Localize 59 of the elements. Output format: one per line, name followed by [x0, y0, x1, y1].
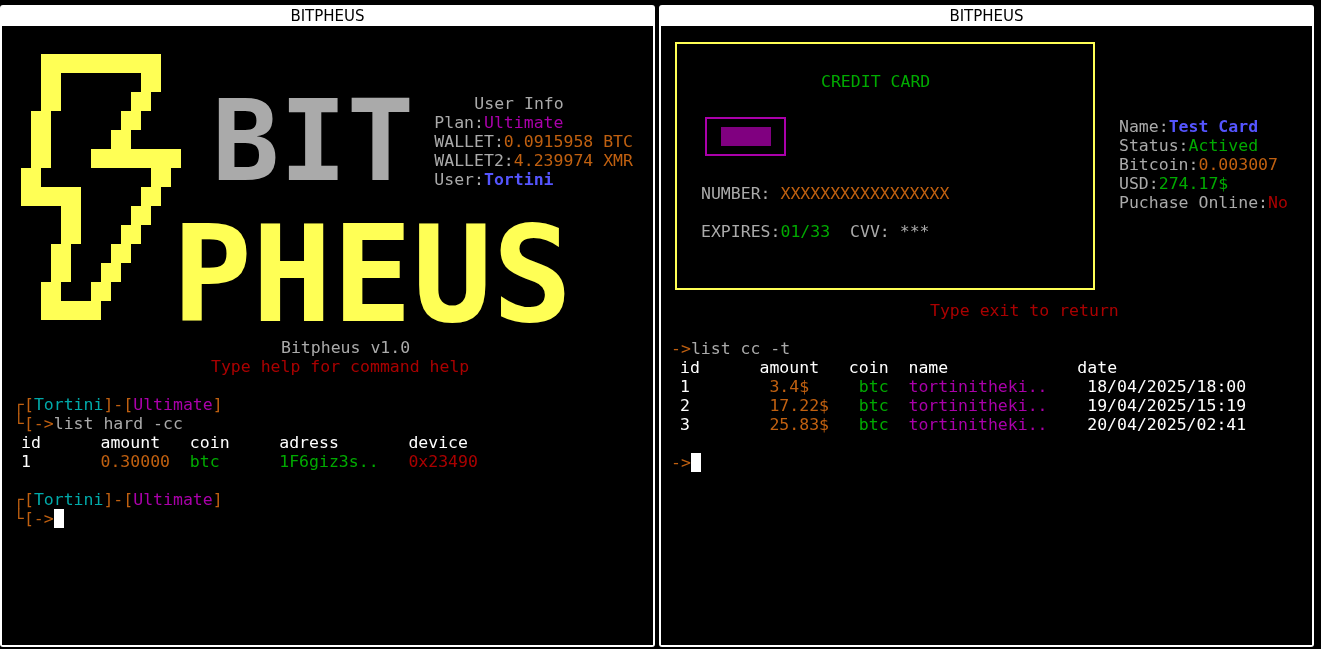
prompt-arrow: -> [671, 339, 691, 358]
info-line: Bitcoin:0.003007 [1119, 155, 1279, 174]
table-cell-text: 0x23490 [408, 452, 479, 471]
table-cell-text: tortinitheki.. [908, 396, 1049, 415]
info-line: USD:274.17$ [1119, 174, 1230, 193]
table-cell-text: btc [189, 452, 221, 471]
card-heading: CREDIT CARD [821, 72, 931, 91]
help-hint: Type help for command help [211, 357, 470, 376]
prompt-line: ┌[Tortini]-[Ultimate] [13, 490, 224, 509]
column-header: device [408, 433, 469, 452]
table-cell-text: tortinitheki.. [908, 377, 1049, 396]
info-line: Name:Test Card [1119, 117, 1260, 136]
info-line: Puchase Online:No [1119, 193, 1288, 212]
table-cell-text: 1 [21, 452, 32, 471]
lightning-bolt-icon [21, 54, 181, 320]
table-cell-text: 17.22$ [768, 396, 830, 415]
table-cell-text: 1 [680, 377, 691, 396]
table-cell-text: 19/04/2025/15:19 [1086, 396, 1248, 415]
card-number: NUMBER: XXXXXXXXXXXXXXXXX [701, 184, 951, 203]
info-line: WALLET:0.0915958 BTC [434, 132, 633, 151]
table-cell-text: btc [857, 396, 890, 415]
exit-hint: Type exit to return [930, 301, 1119, 320]
column-header: coin [848, 358, 890, 377]
column-header: name [908, 358, 950, 377]
version-text: Bitpheus v1.0 [281, 338, 411, 357]
column-header: adress [279, 433, 340, 452]
prompt-line: ┌[Tortini]-[Ultimate] [13, 395, 224, 414]
info-line: WALLET2:4.239974 XMR [434, 151, 633, 170]
column-header: amount [100, 433, 162, 452]
card-chip-icon [705, 117, 786, 156]
command-text: list hard -cc [53, 414, 183, 433]
column-header: date [1077, 358, 1119, 377]
info-line: User:Tortini [434, 170, 555, 189]
info-line: Status:Actived [1119, 136, 1260, 155]
table-cell-text: 18/04/2025/18:00 [1086, 377, 1248, 396]
card-expiry: EXPIRES:01/33 CVV: *** [701, 222, 931, 241]
column-header: id [21, 433, 42, 452]
table-cell-text: 25.83$ [768, 415, 830, 434]
prompt-arrow: └[-> [14, 509, 54, 528]
info-heading: User Info [473, 94, 565, 113]
table-cell-text: tortinitheki.. [908, 415, 1049, 434]
command-text: list cc -t [690, 339, 791, 358]
prompt-arrow: └[-> [14, 414, 54, 433]
table-cell-text: 20/04/2025/02:41 [1086, 415, 1248, 434]
table-cell-text: 3.4$ [768, 377, 811, 396]
window-title: BITPHEUS [290, 6, 365, 25]
logo-text: BIT [212, 94, 415, 189]
table-cell-text: 3 [680, 415, 691, 434]
table-cell-text: 1F6giz3s.. [279, 452, 380, 471]
window-title: BITPHEUS [949, 6, 1024, 25]
column-header: id [680, 358, 701, 377]
column-header: coin [189, 433, 231, 452]
column-header: amount [759, 358, 821, 377]
table-cell-text: btc [857, 415, 890, 434]
table-cell-text: 2 [680, 396, 691, 415]
prompt-arrow: -> [671, 453, 691, 472]
table-cell-text: btc [857, 377, 890, 396]
info-line: Plan:Ultimate [434, 113, 565, 132]
table-cell-text: 0.30000 [100, 452, 171, 471]
